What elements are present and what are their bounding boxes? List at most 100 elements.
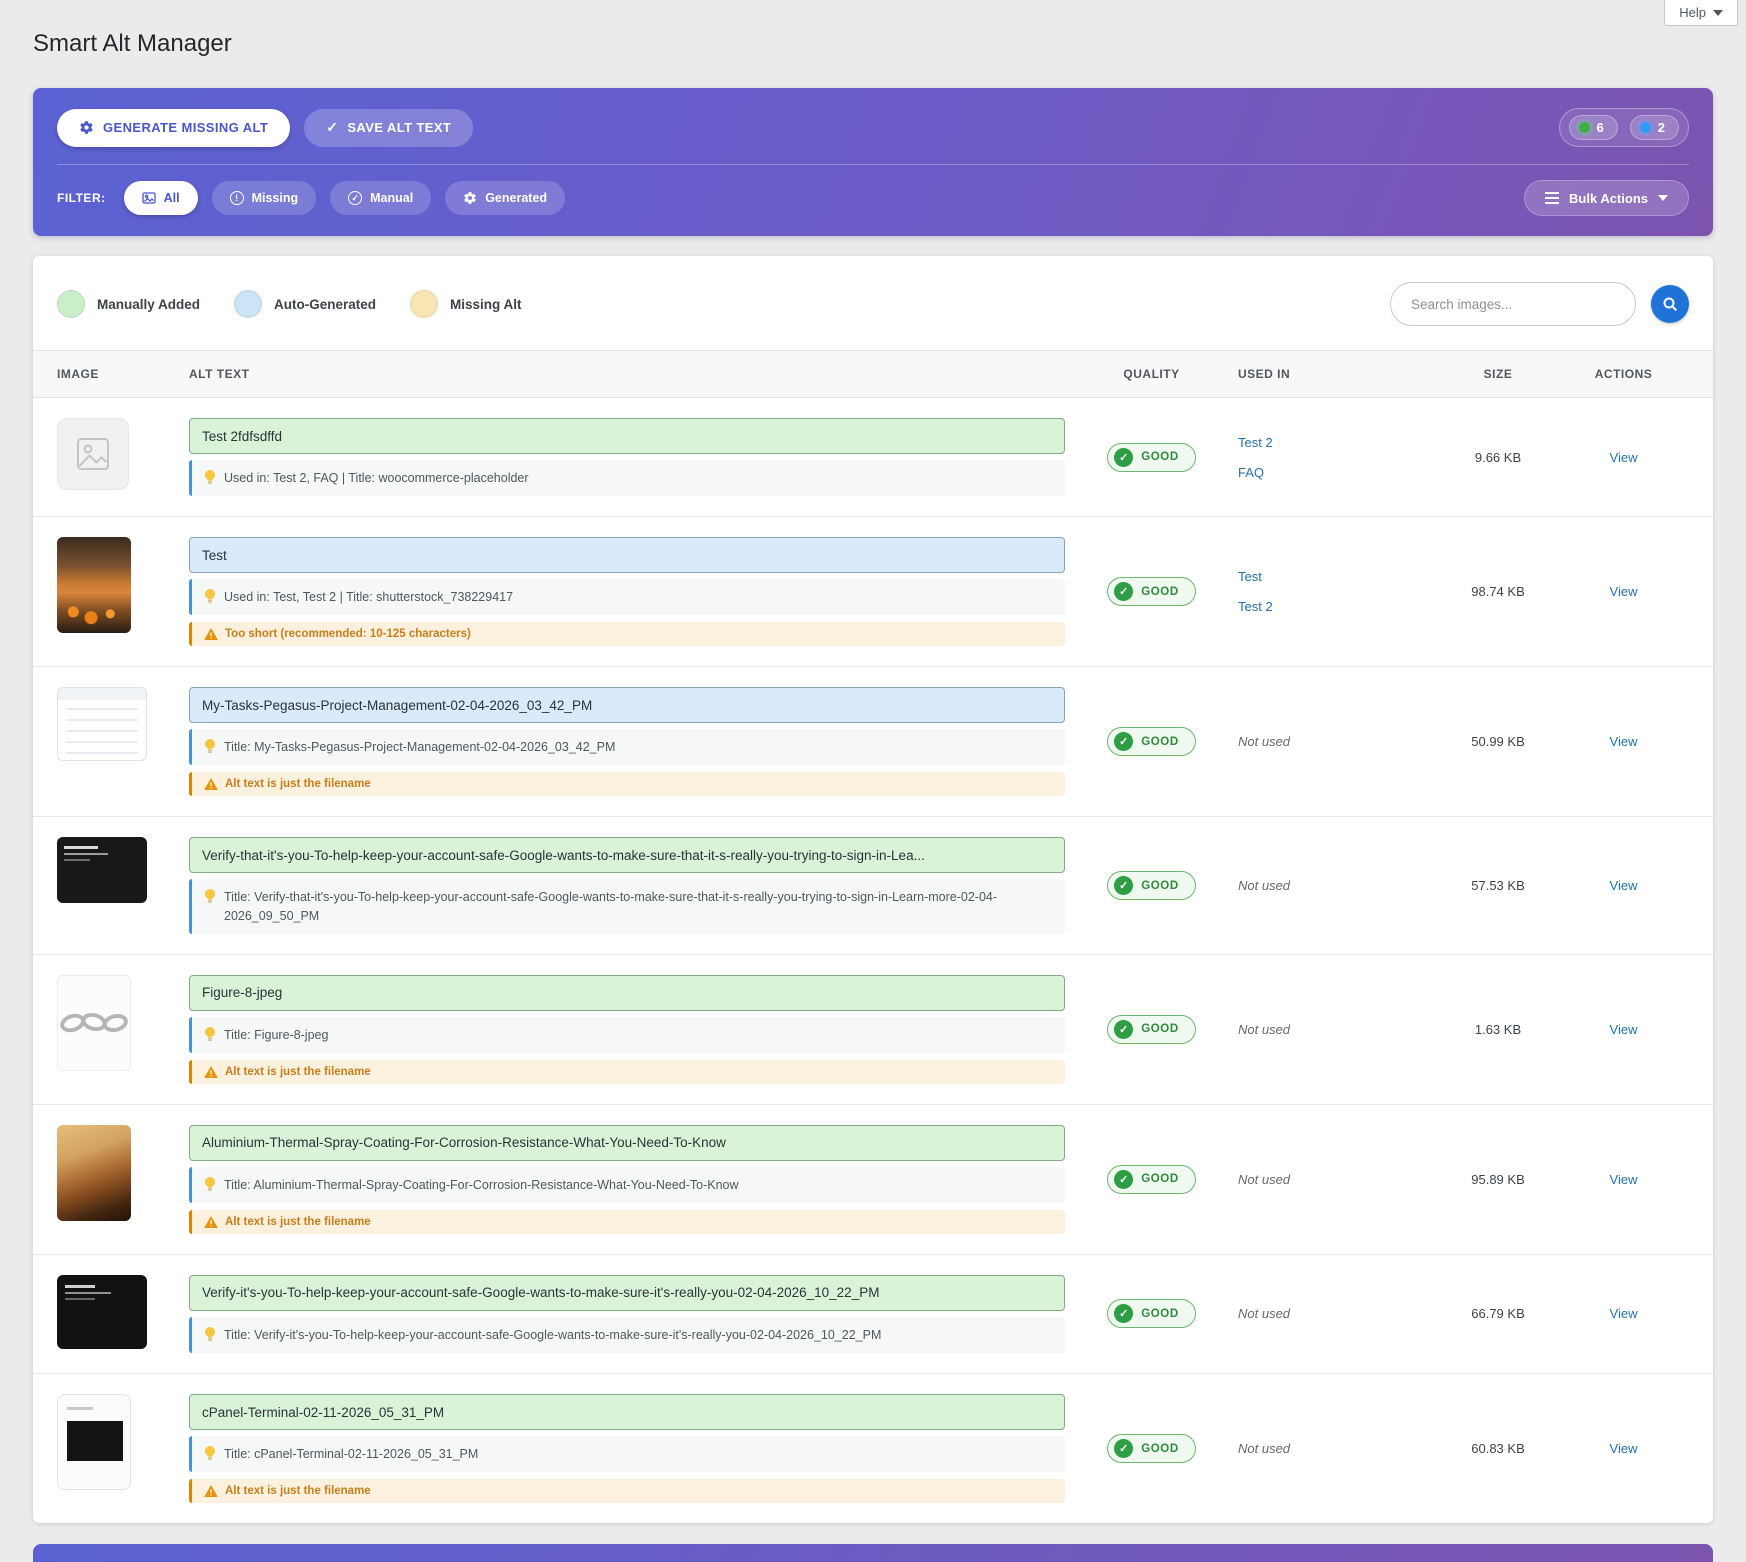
bottom-panel-edge <box>33 1544 1713 1562</box>
lightbulb-icon <box>204 1446 216 1460</box>
filter-all[interactable]: All <box>124 181 198 215</box>
check-circle-icon: ✓ <box>1114 732 1133 751</box>
alt-text-input[interactable] <box>189 537 1065 573</box>
not-used-label: Not used <box>1238 878 1290 893</box>
alt-meta-text: Used in: Test 2, FAQ | Title: woocommerc… <box>224 469 529 487</box>
legend-auto-generated: Auto-Generated <box>234 290 376 318</box>
alt-text-input[interactable] <box>189 1275 1065 1311</box>
used-in-link[interactable]: Test 2 <box>1238 435 1438 450</box>
check-circle-icon: ✓ <box>1114 448 1133 467</box>
used-in-link[interactable]: Test <box>1238 569 1438 584</box>
used-in-cell: Test 2 FAQ <box>1218 435 1438 480</box>
column-header-used-in: USED IN <box>1218 367 1438 381</box>
lightbulb-icon <box>204 1027 216 1041</box>
table-row: Title: Verify-it's-you-To-help-keep-your… <box>33 1254 1713 1373</box>
status-counters: 6 2 <box>1559 108 1689 147</box>
view-link[interactable]: View <box>1610 450 1638 465</box>
save-alt-text-label: SAVE ALT TEXT <box>347 120 451 135</box>
view-link[interactable]: View <box>1610 878 1638 893</box>
search-button[interactable] <box>1651 285 1689 323</box>
generated-count-value: 2 <box>1658 120 1665 135</box>
alt-warning: Alt text is just the filename <box>189 1479 1065 1503</box>
bulk-actions-label: Bulk Actions <box>1569 191 1648 206</box>
lightbulb-icon <box>204 739 216 753</box>
rust-texture-thumbnail[interactable] <box>57 1125 131 1221</box>
used-in-link[interactable]: FAQ <box>1238 465 1438 480</box>
view-link[interactable]: View <box>1610 1441 1638 1456</box>
exclamation-circle-icon: ! <box>230 191 244 205</box>
woocommerce-placeholder-thumbnail[interactable] <box>57 418 129 490</box>
view-link[interactable]: View <box>1610 584 1638 599</box>
search-icon <box>1662 296 1678 312</box>
alt-text-input[interactable] <box>189 837 1065 873</box>
filter-generated[interactable]: Generated <box>445 181 565 215</box>
alt-text-input[interactable] <box>189 418 1065 454</box>
generate-missing-alt-button[interactable]: GENERATE MISSING ALT <box>57 109 290 147</box>
alt-meta-text: Title: Aluminium-Thermal-Spray-Coating-F… <box>224 1176 739 1194</box>
quality-badge-label: GOOD <box>1141 880 1179 892</box>
used-in-cell: Not used <box>1218 734 1438 749</box>
alt-warning: Alt text is just the filename <box>189 1210 1065 1234</box>
images-panel: Manually Added Auto-Generated Missing Al… <box>33 256 1713 1523</box>
view-link[interactable]: View <box>1610 734 1638 749</box>
column-header-quality: QUALITY <box>1123 367 1179 381</box>
quality-badge: ✓ GOOD <box>1107 871 1196 900</box>
column-header-size: SIZE <box>1484 367 1513 381</box>
google-verify-dark2-thumbnail[interactable] <box>57 1275 147 1349</box>
alt-meta-text: Title: My-Tasks-Pegasus-Project-Manageme… <box>224 738 615 756</box>
image-placeholder-icon <box>73 434 113 474</box>
legend-missing-alt-label: Missing Alt <box>450 297 522 312</box>
alt-text-input[interactable] <box>189 975 1065 1011</box>
alt-meta-text: Title: cPanel-Terminal-02-11-2026_05_31_… <box>224 1445 478 1463</box>
chain-photo <box>59 1003 129 1043</box>
quality-badge-label: GOOD <box>1141 1173 1179 1185</box>
column-header-alt-text: ALT TEXT <box>189 367 1085 381</box>
quality-badge-label: GOOD <box>1141 736 1179 748</box>
filter-manual[interactable]: ✓ Manual <box>330 181 431 215</box>
alt-meta-text: Title: Figure-8-jpeg <box>224 1026 328 1044</box>
warning-triangle-icon <box>204 778 218 790</box>
halloween-porch-thumbnail[interactable] <box>57 537 131 633</box>
lightbulb-icon <box>204 1177 216 1191</box>
alt-warning: Alt text is just the filename <box>189 1060 1065 1084</box>
alt-warning: Alt text is just the filename <box>189 772 1065 796</box>
filter-missing[interactable]: ! Missing <box>212 181 317 215</box>
alt-text-input[interactable] <box>189 687 1065 723</box>
table-row: Title: cPanel-Terminal-02-11-2026_05_31_… <box>33 1373 1713 1523</box>
alt-text-input[interactable] <box>189 1394 1065 1430</box>
bulk-actions-button[interactable]: Bulk Actions <box>1524 180 1689 216</box>
file-size: 60.83 KB <box>1471 1441 1525 1456</box>
manual-count-value: 6 <box>1597 120 1604 135</box>
filter-all-label: All <box>164 191 180 205</box>
view-link[interactable]: View <box>1610 1306 1638 1321</box>
tasks-screenshot-thumbnail[interactable] <box>57 687 147 761</box>
check-circle-icon: ✓ <box>1114 876 1133 895</box>
used-in-cell: Not used <box>1218 1441 1438 1456</box>
view-link[interactable]: View <box>1610 1172 1638 1187</box>
quality-badge-label: GOOD <box>1141 586 1179 598</box>
quality-badge: ✓GOOD <box>1107 1015 1196 1044</box>
generated-count-badge: 2 <box>1630 115 1679 140</box>
google-verify-dark-thumbnail[interactable] <box>57 837 147 903</box>
image-rows: Used in: Test 2, FAQ | Title: woocommerc… <box>33 398 1713 1523</box>
used-in-cell: Test Test 2 <box>1218 569 1438 614</box>
not-used-label: Not used <box>1238 734 1290 749</box>
quality-badge: ✓ GOOD <box>1107 727 1196 756</box>
chain-figure-thumbnail[interactable] <box>57 975 131 1071</box>
table-row: Used in: Test 2, FAQ | Title: woocommerc… <box>33 398 1713 516</box>
alt-warning-text: Too short (recommended: 10-125 character… <box>225 628 471 640</box>
alt-text-input[interactable] <box>189 1125 1065 1161</box>
file-size: 57.53 KB <box>1471 878 1525 893</box>
column-header-actions: ACTIONS <box>1595 367 1653 381</box>
file-size: 98.74 KB <box>1471 584 1525 599</box>
view-link[interactable]: View <box>1610 1022 1638 1037</box>
alt-warning-text: Alt text is just the filename <box>225 1066 371 1078</box>
used-in-link[interactable]: Test 2 <box>1238 599 1438 614</box>
manual-count-badge: 6 <box>1569 115 1618 140</box>
cpanel-terminal-thumbnail[interactable] <box>57 1394 131 1490</box>
save-alt-text-button[interactable]: ✓ SAVE ALT TEXT <box>304 109 473 147</box>
table-row: Title: Aluminium-Thermal-Spray-Coating-F… <box>33 1104 1713 1254</box>
alt-meta-hint: Used in: Test 2, FAQ | Title: woocommerc… <box>189 460 1065 496</box>
alt-warning-text: Alt text is just the filename <box>225 1485 371 1497</box>
search-input[interactable] <box>1390 282 1636 326</box>
